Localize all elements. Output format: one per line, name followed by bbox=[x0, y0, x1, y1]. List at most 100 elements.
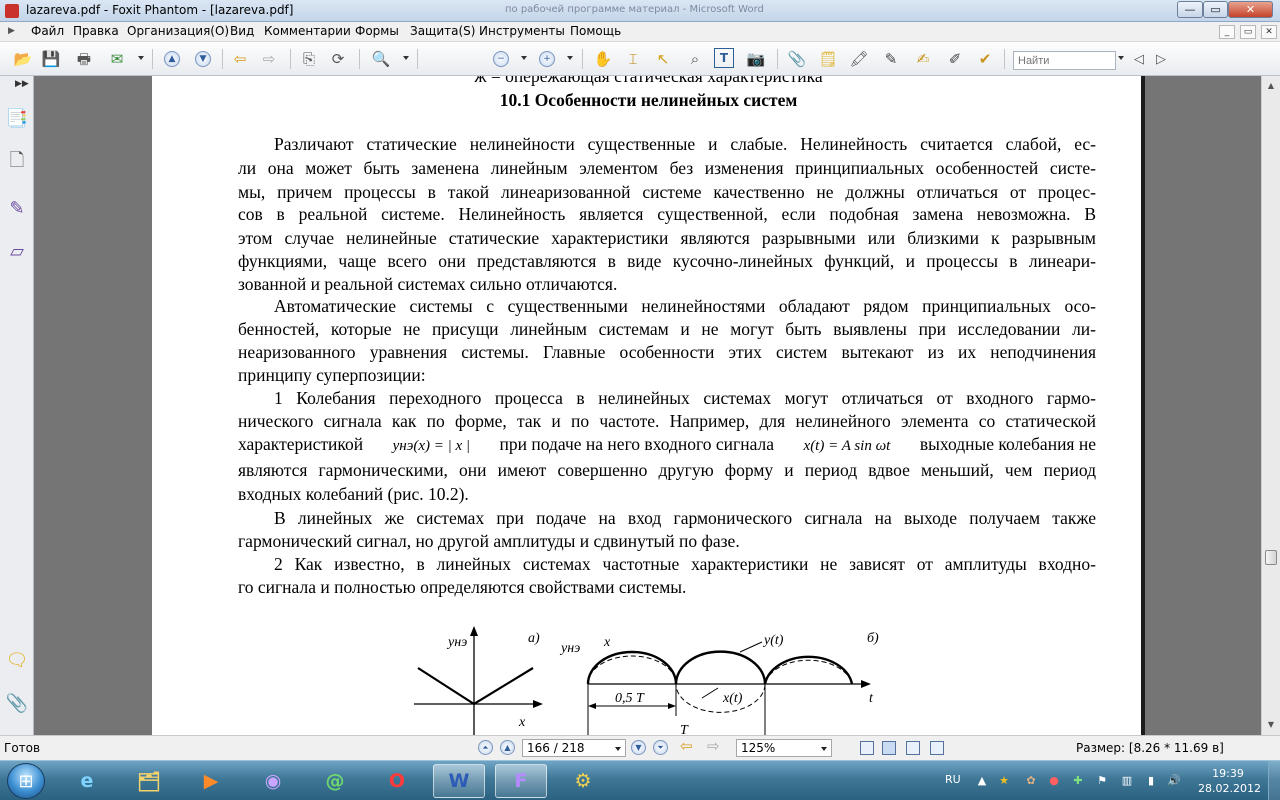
search-prev-icon[interactable]: ◁ bbox=[1128, 48, 1150, 70]
scroll-up-icon[interactable]: ▲ bbox=[1265, 79, 1277, 91]
start-button[interactable]: ⊞ bbox=[7, 763, 45, 799]
snapshot-icon[interactable]: 📷 bbox=[745, 48, 767, 70]
opera-icon[interactable]: O bbox=[371, 764, 423, 798]
continuous-facing-icon[interactable] bbox=[930, 741, 944, 755]
pages-icon[interactable]: 🗋 bbox=[6, 150, 28, 175]
scroll-down-icon[interactable]: ▼ bbox=[1265, 718, 1277, 730]
first-page-icon[interactable]: ⏶ bbox=[478, 740, 493, 755]
clock[interactable]: 19:39 28.02.2012 bbox=[1198, 766, 1261, 796]
select-text-icon[interactable]: ⌶ bbox=[622, 48, 644, 70]
tray-expand-icon[interactable]: ▲ bbox=[975, 773, 989, 787]
typewriter-icon[interactable]: T bbox=[714, 48, 734, 68]
find-icon[interactable]: ⌕ bbox=[684, 48, 706, 70]
tray-app-icon[interactable]: ✚ bbox=[1071, 773, 1085, 787]
sign-icon[interactable]: ✔ bbox=[974, 48, 996, 70]
zoom-out-icon[interactable]: − bbox=[490, 48, 512, 70]
media-player-icon[interactable]: ▶ bbox=[185, 764, 237, 798]
maximize-button[interactable]: ▭ bbox=[1203, 1, 1228, 18]
attachments-icon[interactable]: 📎 bbox=[6, 691, 28, 715]
back-icon[interactable]: ⇦ bbox=[229, 48, 251, 70]
prev-page-icon[interactable]: ▲ bbox=[500, 740, 515, 755]
language-indicator[interactable]: RU bbox=[945, 773, 961, 786]
minimize-button[interactable]: — bbox=[1177, 1, 1203, 18]
pen-icon[interactable]: ✎ bbox=[880, 48, 902, 70]
last-page-icon[interactable]: ⏷ bbox=[653, 740, 668, 755]
open-icon[interactable]: 📂 bbox=[12, 48, 34, 70]
show-desktop-button[interactable] bbox=[1268, 761, 1280, 800]
menu-view[interactable]: Вид bbox=[230, 24, 254, 38]
draw-icon[interactable]: ✐ bbox=[944, 48, 966, 70]
zoom-in-dropdown-icon[interactable] bbox=[567, 56, 573, 60]
torrent-icon[interactable]: ◉ bbox=[247, 764, 299, 798]
single-page-icon[interactable] bbox=[860, 741, 874, 755]
attach-icon[interactable]: 📎 bbox=[786, 48, 808, 70]
axis-arrow-icon bbox=[470, 626, 478, 636]
comments-icon[interactable]: 🗨 bbox=[6, 648, 29, 672]
forward-icon[interactable]: ⇨ bbox=[258, 48, 280, 70]
highlight-icon[interactable]: 🖍 bbox=[848, 48, 870, 70]
search-input[interactable] bbox=[1013, 51, 1116, 70]
doc-close-button[interactable]: ✕ bbox=[1261, 25, 1277, 39]
icq-icon[interactable]: @ bbox=[309, 764, 361, 798]
search-dropdown-icon[interactable] bbox=[1118, 56, 1124, 60]
menu-file[interactable]: Файл bbox=[31, 24, 64, 38]
email-icon[interactable]: ✉ bbox=[106, 48, 128, 70]
next-page-icon[interactable]: ▼ bbox=[192, 48, 214, 70]
zoom-icon[interactable]: 🔍 bbox=[370, 48, 392, 70]
zoom-in-icon[interactable]: + bbox=[536, 48, 558, 70]
prev-page-icon[interactable]: ▲ bbox=[161, 48, 183, 70]
zoom-field[interactable]: 125% bbox=[736, 739, 832, 757]
signatures-icon[interactable]: ✎ bbox=[6, 196, 28, 220]
continuous-icon[interactable] bbox=[882, 741, 896, 755]
menu-organize[interactable]: Организация(О) bbox=[127, 24, 229, 38]
rotate-icon[interactable]: ⟳ bbox=[327, 48, 349, 70]
save-icon[interactable]: 💾 bbox=[40, 48, 62, 70]
doc-restore-button[interactable]: ▭ bbox=[1240, 25, 1256, 39]
vertical-scrollbar[interactable]: ▲ ▼ bbox=[1261, 76, 1280, 735]
tray-app-icon[interactable]: ✿ bbox=[1024, 773, 1038, 787]
scroll-thumb[interactable] bbox=[1265, 550, 1277, 565]
foxit-icon[interactable]: F bbox=[495, 764, 547, 798]
expand-panel-icon[interactable]: ▶▶ bbox=[15, 79, 29, 89]
page-number-field[interactable]: 166 / 218 bbox=[522, 739, 626, 757]
menu-forms[interactable]: Формы bbox=[355, 24, 399, 38]
extract-icon[interactable]: ⎘ bbox=[298, 48, 320, 70]
chevron-down-icon[interactable] bbox=[821, 747, 827, 751]
select-icon[interactable]: ↖ bbox=[652, 48, 674, 70]
hand-icon[interactable]: ✋ bbox=[592, 48, 614, 70]
file-manager-icon[interactable]: 🗂 bbox=[123, 764, 175, 798]
layers-icon[interactable]: ▱ bbox=[6, 239, 28, 263]
tool-icon[interactable]: ⚙ bbox=[557, 764, 609, 798]
menu-protect[interactable]: Защита(S) bbox=[410, 24, 475, 38]
menu-edit[interactable]: Правка bbox=[73, 24, 119, 38]
menu-help[interactable]: Помощь bbox=[570, 24, 621, 38]
internet-explorer-icon[interactable]: e bbox=[61, 764, 113, 798]
status-text: Готов bbox=[4, 741, 41, 755]
close-button[interactable]: ✕ bbox=[1228, 1, 1273, 18]
back-icon[interactable]: ⇦ bbox=[680, 737, 693, 755]
document-viewer[interactable]: ж = опережающая статическая характеристи… bbox=[34, 76, 1261, 735]
bookmarks-icon[interactable]: 📑 bbox=[6, 106, 28, 130]
note-icon[interactable]: 🗒 bbox=[817, 48, 839, 70]
facing-icon[interactable] bbox=[906, 741, 920, 755]
power-icon[interactable]: ▮ bbox=[1144, 773, 1158, 787]
stamp-icon[interactable]: ✍ bbox=[912, 48, 934, 70]
zoom-out-dropdown-icon[interactable] bbox=[521, 56, 527, 60]
network-icon[interactable]: ▥ bbox=[1120, 773, 1134, 787]
zoom-dropdown-icon[interactable] bbox=[403, 56, 409, 60]
next-page-icon[interactable]: ▼ bbox=[631, 740, 646, 755]
search-next-icon[interactable]: ▷ bbox=[1150, 48, 1172, 70]
forward-icon[interactable]: ⇨ bbox=[707, 737, 720, 755]
tray-app-icon[interactable]: ★ bbox=[997, 773, 1011, 787]
email-dropdown-icon[interactable] bbox=[138, 56, 144, 60]
flag-icon[interactable]: ⚑ bbox=[1095, 773, 1109, 787]
chevron-down-icon[interactable] bbox=[615, 747, 621, 751]
menu-tools[interactable]: Инструменты bbox=[479, 24, 565, 38]
word-icon[interactable]: W bbox=[433, 764, 485, 798]
volume-icon[interactable]: 🔊 bbox=[1167, 773, 1181, 787]
tray-app-icon[interactable]: ● bbox=[1047, 773, 1061, 787]
leader-line bbox=[739, 641, 763, 653]
print-icon[interactable]: 🖶 bbox=[73, 48, 95, 70]
menu-comments[interactable]: Комментарии bbox=[264, 24, 351, 38]
doc-minimize-button[interactable]: _ bbox=[1219, 25, 1235, 39]
